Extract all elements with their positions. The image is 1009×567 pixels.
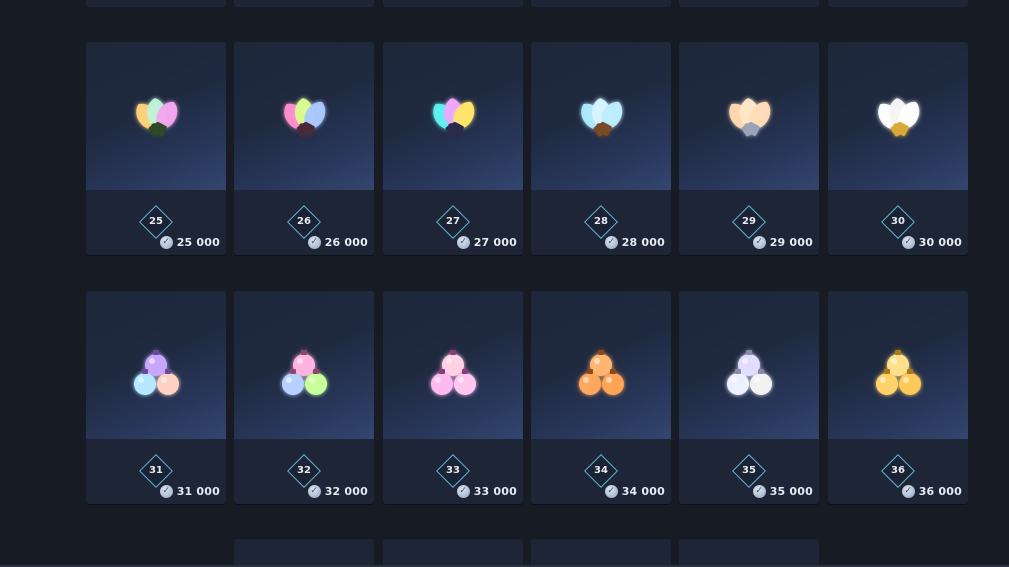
price-value: 36 000 (918, 484, 962, 498)
reward-card[interactable]: 26 ✓ 26 000 (234, 42, 374, 255)
price-value: 31 000 (176, 484, 220, 498)
reward-card[interactable]: 32 ✓ 32 000 (234, 291, 374, 504)
reward-art (383, 291, 523, 439)
price-tag: ✓ 28 000 (604, 235, 665, 249)
price-value: 26 000 (324, 235, 368, 249)
silver-coin-icon: ✓ (604, 484, 618, 498)
silver-coin-icon: ✓ (159, 484, 173, 498)
reward-art (86, 291, 226, 439)
reward-card[interactable]: 30 ✓ 30 000 (828, 42, 968, 255)
reward-art (531, 291, 671, 439)
price-value: 35 000 (769, 484, 813, 498)
reward-art (531, 42, 671, 190)
ornament-baubles-icon (282, 350, 327, 395)
reward-card[interactable]: 25 ✓ 25 000 (86, 42, 226, 255)
price-tag: ✓ 33 000 (456, 484, 517, 498)
price-value: 34 000 (621, 484, 665, 498)
reward-card-partial[interactable] (234, 539, 374, 567)
reward-art (828, 42, 968, 190)
price-value: 30 000 (918, 235, 962, 249)
ornament-baubles-icon (134, 350, 179, 395)
price-value: 32 000 (324, 484, 368, 498)
reward-art (86, 42, 226, 190)
price-tag: ✓ 34 000 (604, 484, 665, 498)
silver-coin-icon: ✓ (307, 235, 321, 249)
reward-card-partial[interactable] (531, 539, 671, 567)
price-tag: ✓ 27 000 (456, 235, 517, 249)
silver-coin-icon: ✓ (752, 235, 766, 249)
reward-card-partial[interactable] (679, 539, 819, 567)
reward-card-partial[interactable] (531, 0, 671, 7)
silver-coin-icon: ✓ (159, 235, 173, 249)
reward-card[interactable]: 33 ✓ 33 000 (383, 291, 523, 504)
ornament-baubles-icon (876, 350, 921, 395)
reward-art (383, 42, 523, 190)
silver-coin-icon: ✓ (752, 484, 766, 498)
reward-art (828, 291, 968, 439)
reward-card[interactable]: 28 ✓ 28 000 (531, 42, 671, 255)
silver-coin-icon: ✓ (901, 484, 915, 498)
reward-card[interactable]: 34 ✓ 34 000 (531, 291, 671, 504)
price-tag: ✓ 30 000 (901, 235, 962, 249)
christmas-bulbs-icon (878, 98, 920, 137)
price-tag: ✓ 29 000 (752, 235, 813, 249)
reward-card[interactable]: 27 ✓ 27 000 (383, 42, 523, 255)
reward-card-partial[interactable] (679, 0, 819, 7)
reward-card[interactable]: 36 ✓ 36 000 (828, 291, 968, 504)
price-tag: ✓ 35 000 (752, 484, 813, 498)
ornament-baubles-icon (579, 350, 624, 395)
reward-card[interactable]: 35 ✓ 35 000 (679, 291, 819, 504)
christmas-bulbs-icon (136, 98, 178, 137)
christmas-bulbs-icon (581, 98, 623, 137)
battle-pass-reward-grid: 25 ✓ 25 000 26 ✓ 26 000 27 ✓ 27 000 28 ✓ 28 … (0, 0, 1009, 567)
price-value: 33 000 (473, 484, 517, 498)
silver-coin-icon: ✓ (307, 484, 321, 498)
reward-art (679, 42, 819, 190)
price-value: 27 000 (473, 235, 517, 249)
christmas-bulbs-icon (284, 98, 326, 137)
reward-card-partial[interactable] (234, 0, 374, 7)
price-tag: ✓ 25 000 (159, 235, 220, 249)
silver-coin-icon: ✓ (456, 235, 470, 249)
reward-art (234, 42, 374, 190)
price-tag: ✓ 31 000 (159, 484, 220, 498)
reward-card-partial[interactable] (86, 0, 226, 7)
reward-card-partial[interactable] (383, 0, 523, 7)
reward-card-partial[interactable] (828, 0, 968, 7)
christmas-bulbs-icon (433, 98, 475, 137)
reward-card-partial[interactable] (383, 539, 523, 567)
silver-coin-icon: ✓ (456, 484, 470, 498)
price-value: 29 000 (769, 235, 813, 249)
price-tag: ✓ 36 000 (901, 484, 962, 498)
price-tag: ✓ 32 000 (307, 484, 368, 498)
reward-art (234, 291, 374, 439)
price-value: 25 000 (176, 235, 220, 249)
price-value: 28 000 (621, 235, 665, 249)
ornament-baubles-icon (727, 350, 772, 395)
reward-art (679, 291, 819, 439)
christmas-bulbs-icon (729, 98, 771, 137)
price-tag: ✓ 26 000 (307, 235, 368, 249)
silver-coin-icon: ✓ (901, 235, 915, 249)
reward-card[interactable]: 31 ✓ 31 000 (86, 291, 226, 504)
silver-coin-icon: ✓ (604, 235, 618, 249)
reward-card[interactable]: 29 ✓ 29 000 (679, 42, 819, 255)
ornament-baubles-icon (431, 350, 476, 395)
